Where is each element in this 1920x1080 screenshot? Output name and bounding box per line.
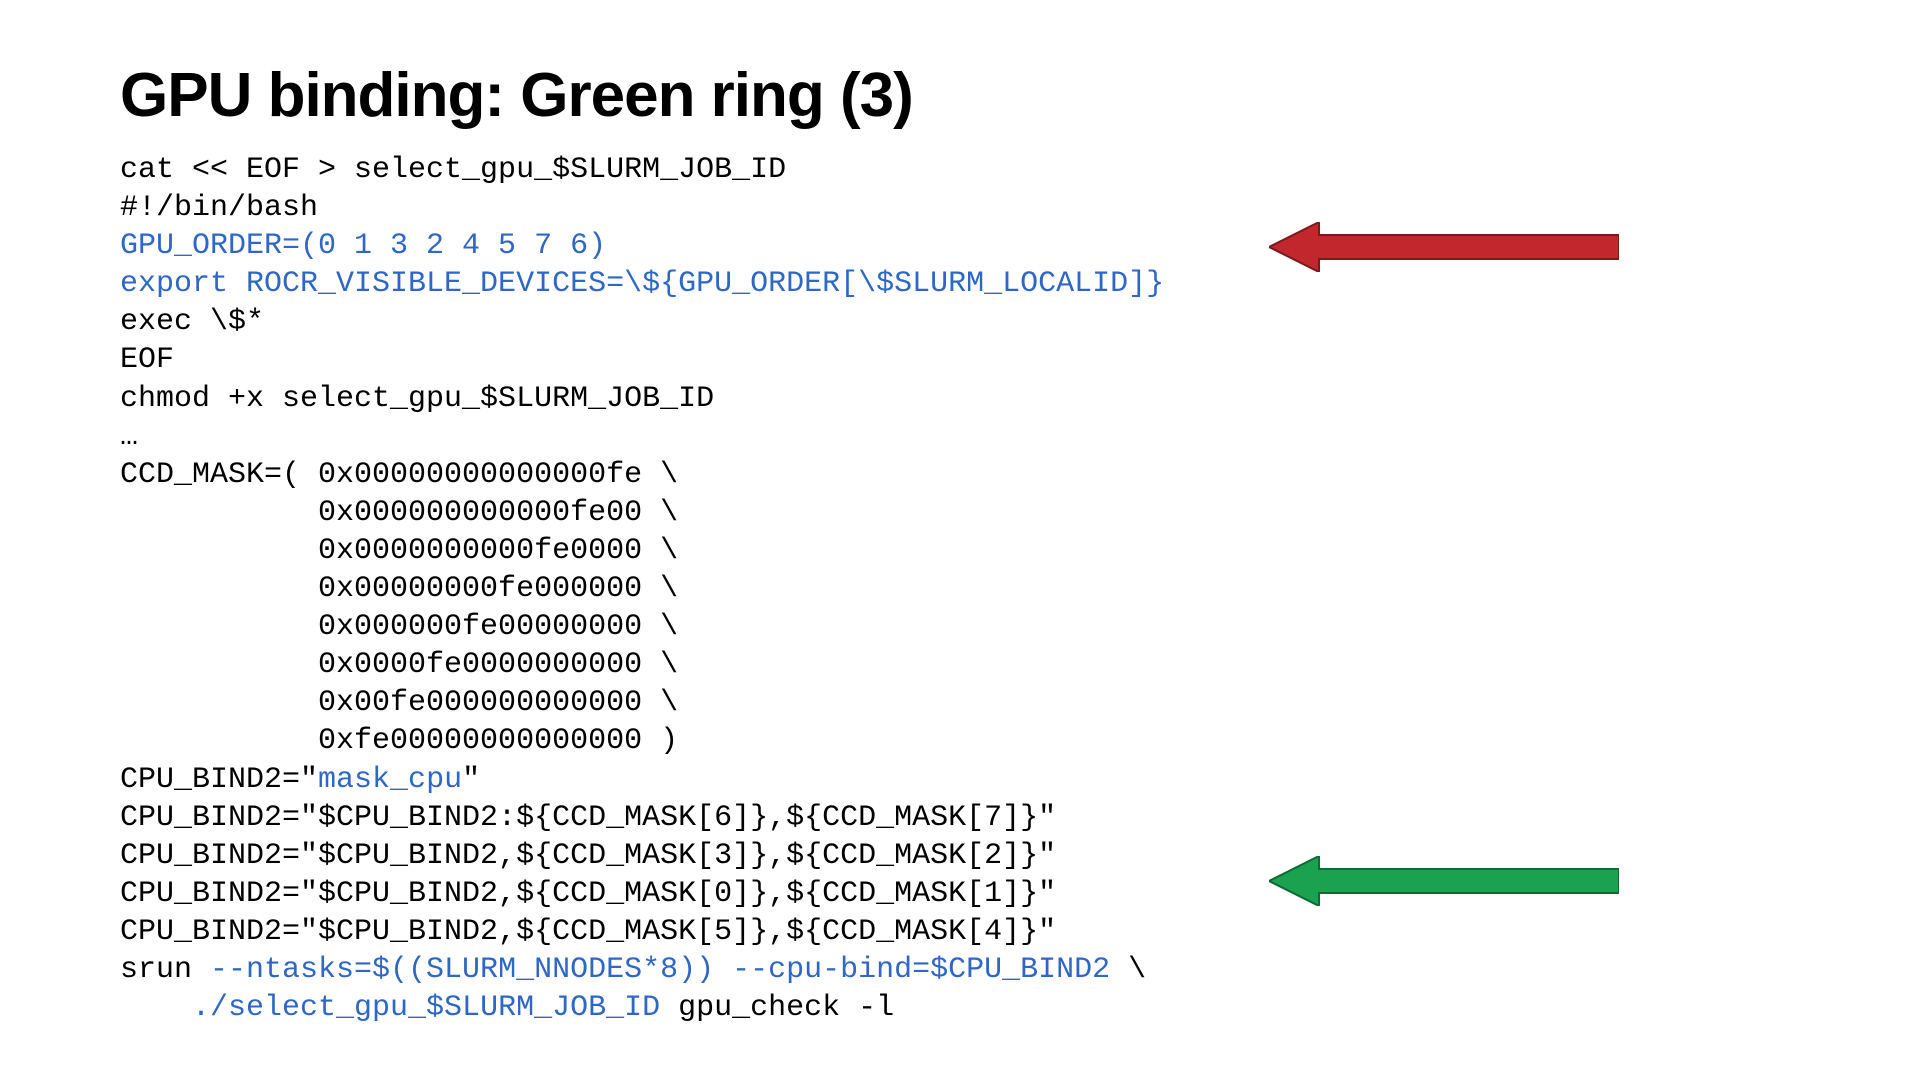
code-line: CPU_BIND2="$CPU_BIND2,${CCD_MASK[3]},${C… [120,839,1056,873]
code-line: EOF [120,343,174,377]
code-line: 0xfe00000000000000 ) [120,724,678,758]
code-line-highlight: --ntasks=$((SLURM_NNODES*8)) --cpu-bind=… [210,953,1110,987]
code-line: cat << EOF > select_gpu_$SLURM_JOB_ID [120,153,786,187]
arrow-shape [1269,222,1619,272]
slide: GPU binding: Green ring (3) cat << EOF >… [0,0,1920,1080]
code-line: chmod +x select_gpu_$SLURM_JOB_ID [120,382,714,416]
red-arrow-icon [1269,222,1619,272]
code-line: " [462,763,480,797]
code-line: … [120,420,138,454]
code-line: 0x000000000000fe00 \ [120,496,678,530]
code-line-highlight: export ROCR_VISIBLE_DEVICES=\${GPU_ORDER… [120,267,1164,301]
code-line: \ [1110,953,1146,987]
code-line: exec \$* [120,305,264,339]
code-line: gpu_check -l [660,991,894,1025]
code-line: #!/bin/bash [120,191,318,225]
code-line: 0x00fe000000000000 \ [120,686,678,720]
code-line: CPU_BIND2=" [120,763,318,797]
code-line: 0x0000000000fe0000 \ [120,534,678,568]
code-line-highlight: ./select_gpu_$SLURM_JOB_ID [192,991,660,1025]
code-line-highlight: mask_cpu [318,763,462,797]
slide-title: GPU binding: Green ring (3) [120,60,1800,131]
code-line: CPU_BIND2="$CPU_BIND2,${CCD_MASK[0]},${C… [120,877,1056,911]
code-line: CPU_BIND2="$CPU_BIND2,${CCD_MASK[5]},${C… [120,915,1056,949]
code-line-highlight: GPU_ORDER=(0 1 3 2 4 5 7 6) [120,229,606,263]
code-line: CPU_BIND2="$CPU_BIND2:${CCD_MASK[6]},${C… [120,801,1056,835]
code-line: 0x00000000fe000000 \ [120,572,678,606]
code-line: srun [120,953,210,987]
code-line: 0x000000fe00000000 \ [120,610,678,644]
green-arrow-icon [1269,856,1619,906]
code-line: 0x0000fe0000000000 \ [120,648,678,682]
arrow-shape [1269,856,1619,906]
code-line [120,991,192,1025]
code-line: CCD_MASK=( 0x00000000000000fe \ [120,458,678,492]
